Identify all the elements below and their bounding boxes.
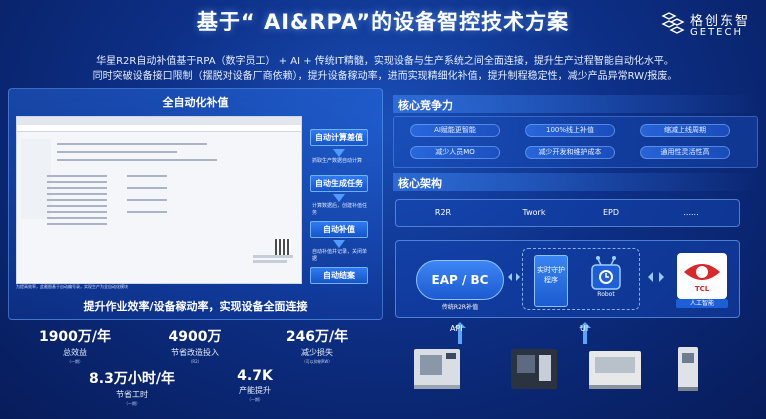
equipment-machine-4 — [670, 345, 706, 393]
equipment-machine-1 — [410, 345, 466, 393]
system-tab-r2r: R2R — [434, 208, 452, 217]
page-title: 基于“ AI&RPA”的设备智控技术方案 — [196, 10, 570, 34]
competence-item: AI赋能更智能 — [410, 124, 500, 137]
screenshot-caption: 为提高效率，此截图基于自动编号录，实现生产为全自动化模块 — [16, 284, 128, 289]
logo-en-text: GETECH — [690, 27, 743, 38]
competence-item: 缩减上线周期 — [640, 124, 730, 137]
step-auto-calc-diff: 自动计算差值 — [310, 129, 368, 146]
left-panel-title: 全自动化补值 — [162, 96, 229, 109]
competence-item: 通用性灵活性高 — [640, 146, 730, 159]
equipment-machine-3 — [585, 345, 645, 393]
step-auto-fill: 自动补值 — [310, 221, 368, 238]
step-note-2: 计算数据后，创建补值任务 — [312, 203, 368, 216]
stat-saved-investment: 4900万 节省改造投入 （R2） — [168, 329, 222, 364]
step-auto-gen-task: 自动生成任务 — [310, 175, 368, 192]
intro-line-2: 同时突破设备接口限制（摆脱对设备厂商依赖），提升设备稼动率，进而实现精细化补值，… — [92, 71, 678, 82]
realtime-guard-node: 实时守护程序 — [534, 255, 568, 307]
stat-capacity-boost: 4.7K 产能提升 （一期） — [237, 368, 273, 402]
screenshot-sidebar — [21, 139, 51, 219]
core-architecture-title: 核心架构 — [398, 177, 442, 190]
step-note-1: 抓取生产数据自动计算 — [312, 158, 363, 164]
system-tab-epd: EPD — [602, 208, 620, 217]
rpa-screenshot — [16, 116, 302, 284]
ai-label: 人工智能 — [676, 299, 728, 308]
equipment-machine-2 — [505, 345, 563, 393]
step-note-3: 自动补值并记录，关闭单据 — [312, 249, 368, 262]
step-auto-close: 自动结案 — [310, 267, 368, 284]
api-label: API — [450, 324, 463, 333]
system-tab-more: ...... — [683, 208, 699, 217]
intro-line-1: 华星R2R自动补值基于RPA（数字员工） + AI + 传统IT精髓，实现设备与… — [96, 56, 674, 67]
step-arrow-icon — [333, 149, 345, 157]
ui-label: UI — [580, 324, 589, 333]
getech-logo: 格创东智 GETECH — [660, 8, 760, 42]
step-arrow-icon — [333, 240, 345, 248]
stat-saved-hours: 8.3万小时/年 节省工时 （一期） — [89, 371, 175, 406]
eap-caption: 传统R2R补值 — [441, 304, 479, 311]
stat-reduced-loss: 246万/年 减少损失 （可以抑制RW） — [285, 329, 349, 364]
double-arrow-icon — [648, 268, 664, 282]
eap-bc-node: EAP / BC — [416, 260, 504, 300]
stat-total-benefit: 1900万/年 总效益 （一期） — [38, 329, 112, 364]
step-arrow-icon — [333, 194, 345, 202]
qr-code-icon — [275, 239, 291, 255]
robot-label: Robot — [597, 291, 615, 298]
system-tab-twork: Twork — [522, 208, 546, 217]
left-panel-bottom-title: 提升作业效率/设备稼动率，实现设备全面连接 — [83, 300, 308, 313]
competence-item: 100%线上补值 — [525, 124, 615, 137]
screenshot-toolbar — [17, 125, 301, 132]
core-architecture-header-bar — [393, 173, 758, 191]
tcl-brand-text: TCL — [694, 285, 710, 293]
competence-item: 减少人员MO — [410, 146, 500, 159]
double-arrow-icon — [508, 268, 520, 281]
getech-logo-icon — [661, 12, 685, 34]
core-competence-title: 核心竞争力 — [398, 99, 453, 112]
competence-item: 减少开发和维护成本 — [525, 146, 615, 159]
screenshot-browser-bar — [17, 117, 301, 125]
